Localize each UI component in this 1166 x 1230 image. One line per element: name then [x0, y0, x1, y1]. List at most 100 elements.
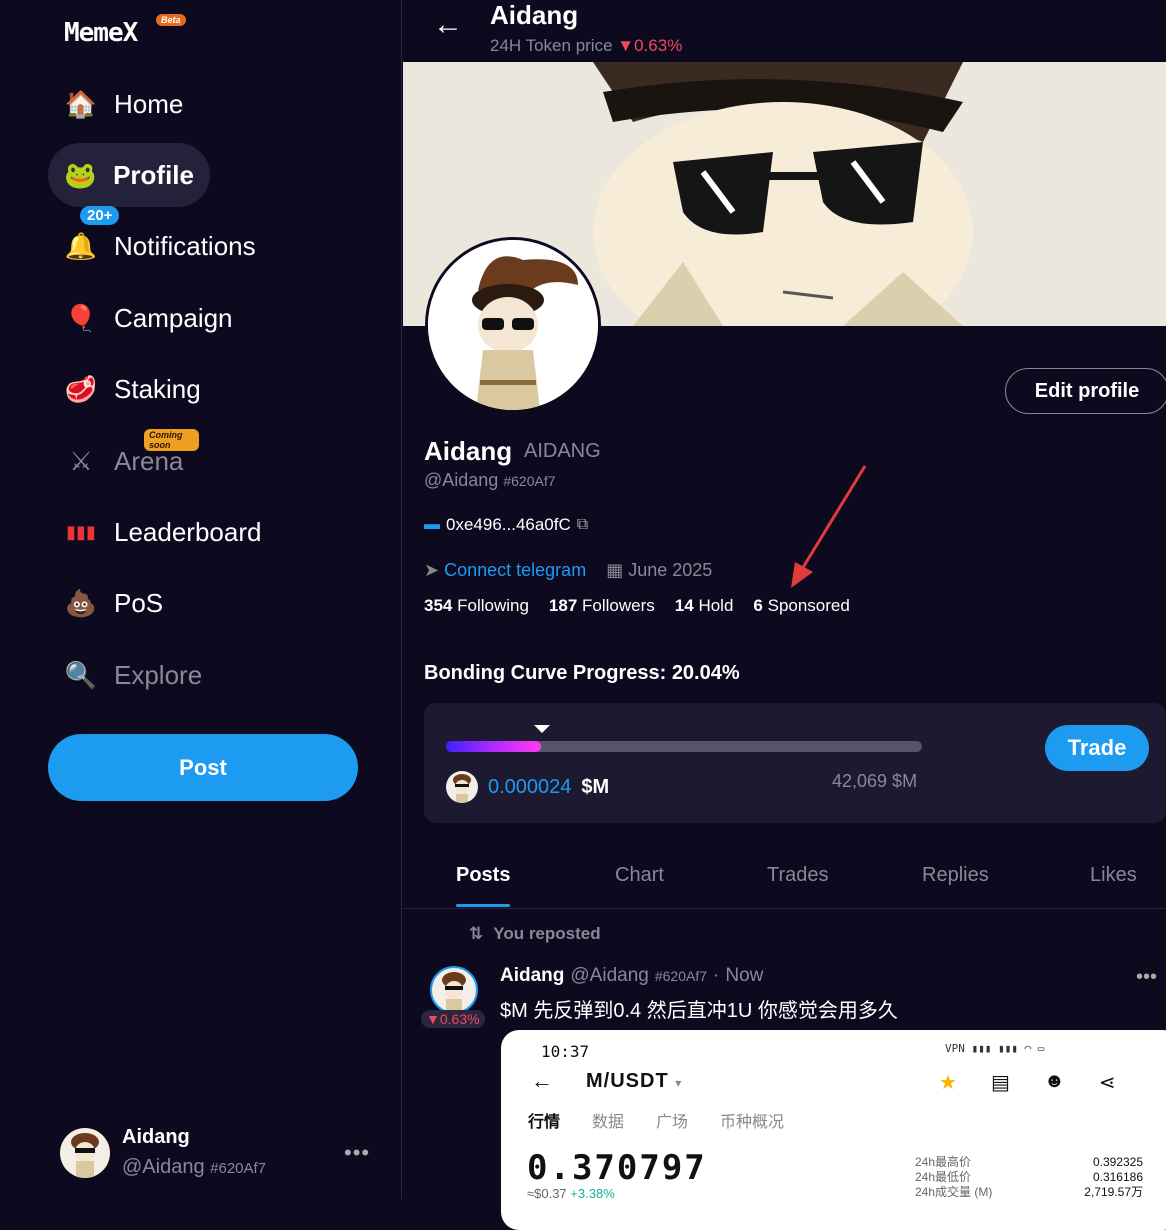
wallet-address: ▬ 0xe496...46a0fC ⧉ [424, 515, 588, 535]
main-column: ← Aidang 24H Token price ▼0.63% Edit pro… [403, 0, 1166, 1230]
tab-likes[interactable]: Likes [1090, 864, 1137, 887]
bonding-progress-fill [446, 741, 542, 752]
tab-replies[interactable]: Replies [922, 864, 989, 887]
sidebar-item-label: Staking [114, 373, 201, 404]
post-price-change: ▼0.63% [421, 1010, 485, 1028]
beta-badge: Beta [156, 14, 186, 26]
profile-stats: 354 Following 187 Followers 14 Hold 6 Sp… [424, 596, 850, 616]
sidebar-item-staking[interactable]: 🥩 Staking [48, 357, 217, 421]
token-avatar [446, 771, 478, 803]
page-title: Aidang [490, 0, 579, 30]
image-pair: M/USDT ▾ [586, 1070, 683, 1092]
edit-profile-button[interactable]: Edit profile [1005, 368, 1166, 414]
back-arrow-icon[interactable]: ← [433, 8, 463, 42]
sidebar-item-pos[interactable]: 💩 PoS [48, 571, 179, 635]
sidebar-item-label: PoS [114, 587, 164, 618]
sidebar-item-label: Explore [114, 659, 203, 690]
sidebar-item-home[interactable]: 🏠 Home [48, 72, 199, 136]
image-tabs: 行情 数据 广场 币种概况 [528, 1114, 785, 1131]
podium-icon: ▮▮▮ [66, 521, 96, 542]
crossed-swords-icon: ⚔ [69, 445, 93, 476]
post-author-avatar[interactable] [430, 966, 478, 1014]
profile-avatar[interactable] [425, 237, 601, 413]
sidebar-item-explore[interactable]: 🔍 Explore [48, 643, 218, 707]
price-change-value: ▼0.63% [617, 36, 683, 55]
post-time: Now [725, 965, 764, 986]
sidebar-item-arena[interactable]: ⚔ Coming soon Arena [48, 429, 200, 493]
post-text: $M 先反弹到0.4 然后直冲1U 你感觉会用多久 [500, 1000, 898, 1022]
image-price: 0.370797 [527, 1148, 707, 1188]
current-value-unit: $M [581, 775, 610, 798]
bonding-curve-card: 0.000024 $M 42,069 $M Trade [424, 703, 1166, 823]
current-value: 0.000024 $M [446, 771, 609, 803]
image-status-icons: VPN ▮▮▮ ▮▮▮ ◠ ▭ [945, 1042, 1045, 1055]
magnifier-icon: 🔍 [64, 659, 98, 690]
followers-stat[interactable]: 187 Followers [549, 596, 655, 616]
trade-button[interactable]: Trade [1045, 725, 1149, 771]
more-icon[interactable]: ••• [344, 1140, 370, 1166]
sidebar-item-leaderboard[interactable]: ▮▮▮ Leaderboard [48, 500, 277, 564]
post-more-icon[interactable]: ••• [1136, 966, 1157, 989]
telegram-icon: ➤ [424, 560, 440, 580]
image-status-time: 10:37 [541, 1042, 590, 1061]
support-icon: ☻ [1043, 1070, 1065, 1092]
balloon-icon: 🎈 [64, 302, 98, 333]
account-name: Aidang [122, 1126, 190, 1148]
token-symbol: AIDANG [524, 440, 601, 462]
sponsored-stat[interactable]: 6 Sponsored [753, 596, 849, 616]
sidebar-item-label: Campaign [114, 302, 233, 333]
progress-marker [534, 725, 550, 733]
sidebar-item-label: Profile [113, 159, 194, 190]
sidebar-item-label: Leaderboard [114, 516, 262, 547]
hold-stat[interactable]: 14 Hold [675, 596, 734, 616]
token-price-change: 24H Token price ▼0.63% [490, 36, 683, 55]
sidebar-item-label: Notifications [114, 230, 256, 261]
sidebar-item-campaign[interactable]: 🎈 Campaign [48, 286, 249, 350]
sidebar: MemeX Beta 🏠 Home 🐸 Profile 🔔 20+ Notifi… [0, 0, 402, 1199]
sidebar-item-label: Home [114, 88, 184, 119]
post-author[interactable]: Aidang [500, 965, 564, 987]
copy-icon[interactable]: ⧉ [577, 516, 588, 534]
wallet-icon: ▬ [424, 516, 440, 533]
profile-meta: ➤ Connect telegram ▦ June 2025 [424, 560, 712, 581]
meat-icon: 🥩 [64, 373, 98, 404]
repost-icon: ⇅ [469, 924, 484, 943]
calendar-icon: ▦ [606, 560, 624, 580]
red-annotation-arrow [791, 465, 867, 588]
image-stat-labels: 24h最高价 24h最低价 24h成交量 (M) [915, 1155, 993, 1199]
post-tag: #620Af7 [654, 968, 708, 984]
profile-name: Aidang [424, 436, 513, 466]
avatar [60, 1128, 110, 1178]
home-icon: 🏠 [64, 88, 98, 119]
profile-tabs: Posts Chart Trades Replies Likes [403, 850, 1166, 909]
post-handle: @Aidang [570, 965, 649, 986]
coming-soon-tag: Coming soon [144, 429, 200, 451]
sidebar-item-notifications[interactable]: 🔔 20+ Notifications [48, 206, 272, 278]
following-stat[interactable]: 354 Following [424, 596, 529, 616]
document-icon: ▤ [990, 1072, 1010, 1094]
frog-avatar-icon: 🐸 [64, 159, 97, 190]
bell-icon: 🔔 [64, 230, 98, 261]
post-header: Aidang @Aidang #620Af7 · Now [500, 965, 764, 987]
tab-chart[interactable]: Chart [615, 864, 664, 887]
image-toolbar: ★ ▤ ☻ ⋖ [939, 1070, 1116, 1095]
account-switcher[interactable]: Aidang @Aidang #620Af7 ••• [60, 1122, 380, 1182]
notification-count-badge: 20+ [80, 206, 120, 225]
image-back-arrow-icon: ← [531, 1068, 553, 1093]
connect-telegram-link[interactable]: ➤ Connect telegram [424, 560, 586, 581]
memex-logo[interactable]: MemeX Beta [64, 14, 186, 48]
tab-posts[interactable]: Posts [456, 864, 511, 907]
post-button[interactable]: Post [48, 734, 358, 801]
account-handle: @Aidang #620Af7 [122, 1156, 267, 1178]
bonding-progress-bar [446, 741, 922, 752]
post-image[interactable]: 10:37 VPN ▮▮▮ ▮▮▮ ◠ ▭ ← M/USDT ▾ ★ ▤ ☻ ⋖… [501, 1030, 1166, 1230]
profile-handle: @Aidang #620Af7 [424, 470, 556, 490]
share-icon: ⋖ [1098, 1072, 1116, 1094]
sidebar-item-profile[interactable]: 🐸 Profile [48, 143, 210, 207]
profile-header: ← Aidang 24H Token price ▼0.63% [403, 0, 1166, 62]
wallet-address-text: 0xe496...46a0fC [446, 515, 571, 534]
repost-indicator: ⇅ You reposted [469, 924, 601, 943]
current-value-number: 0.000024 [488, 775, 572, 798]
bonding-curve-title: Bonding Curve Progress: 20.04% [424, 662, 740, 684]
tab-trades[interactable]: Trades [767, 864, 829, 887]
